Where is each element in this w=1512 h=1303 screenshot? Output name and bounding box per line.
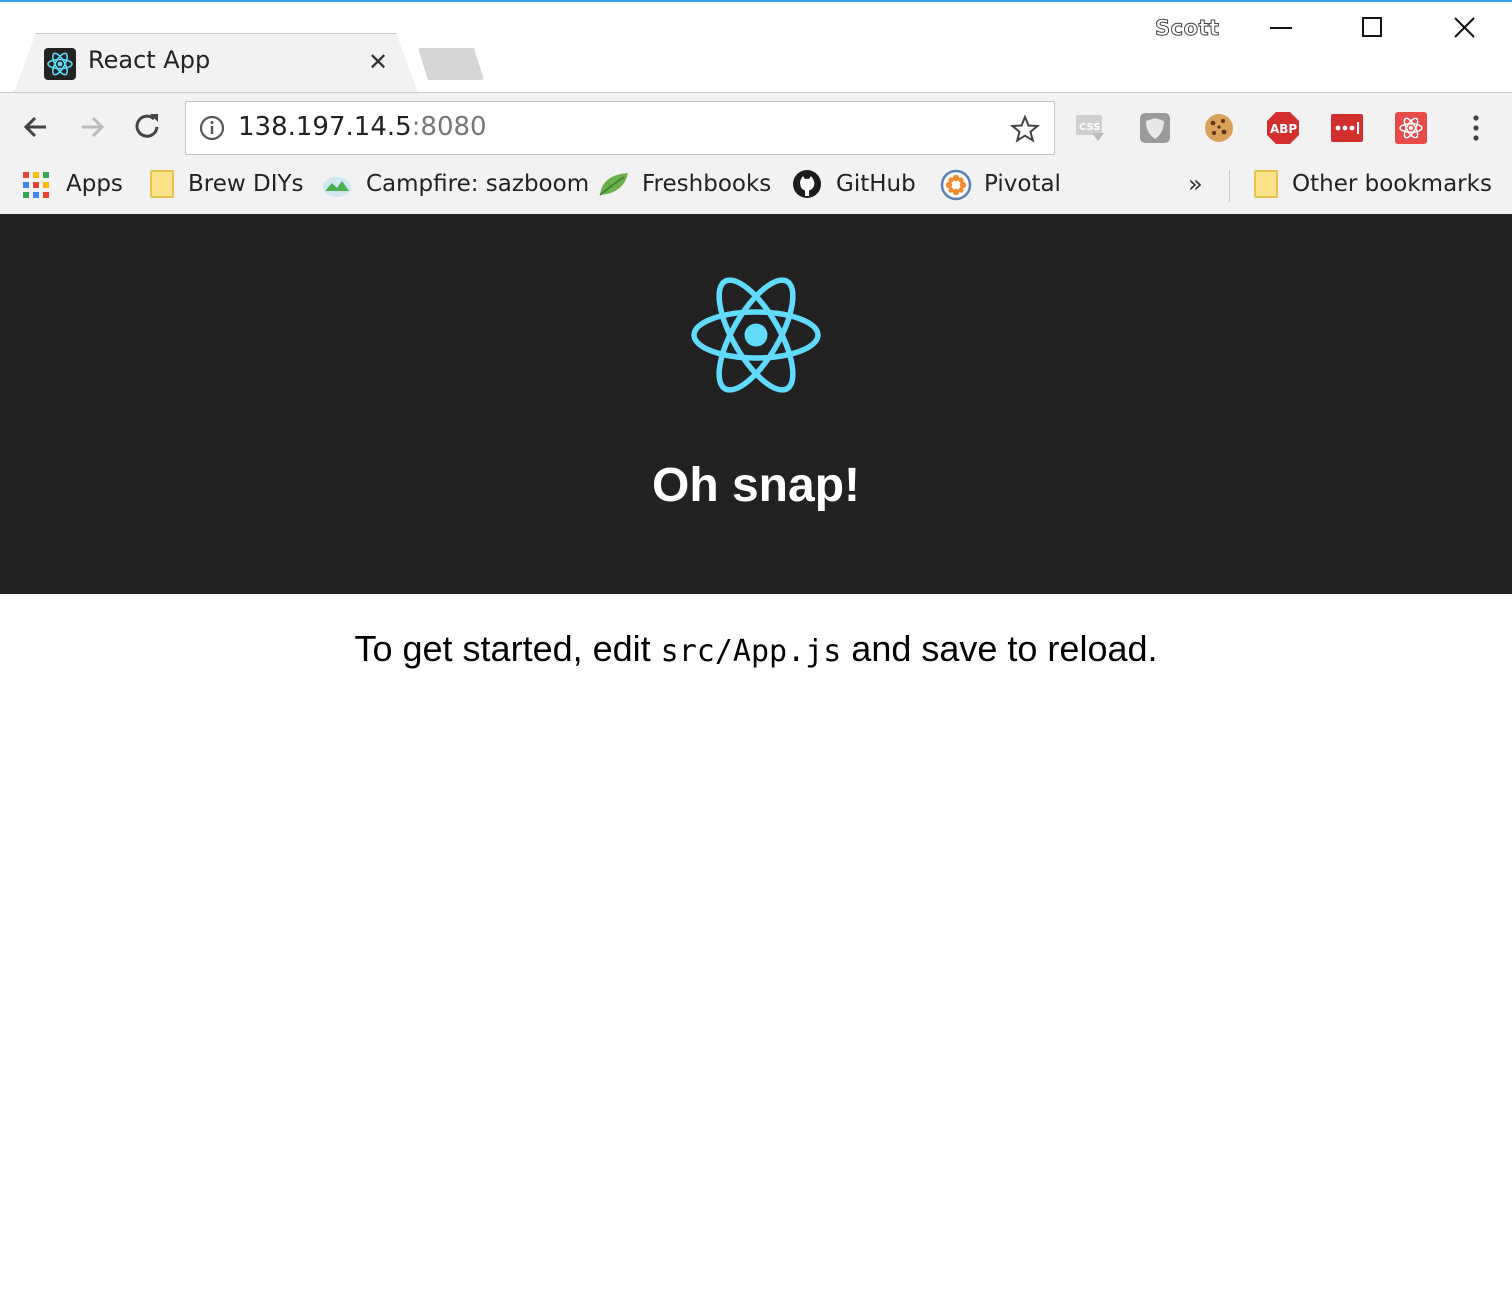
folder-icon xyxy=(150,170,174,198)
close-window-icon[interactable] xyxy=(1434,10,1494,50)
bookmark-campfire[interactable]: Campfire: sazboom xyxy=(322,162,589,206)
minimize-icon[interactable] xyxy=(1252,10,1312,50)
intro-code: src/App.js xyxy=(660,634,842,669)
leaf-icon xyxy=(598,169,628,199)
url-port: :8080 xyxy=(411,112,487,142)
page-title: Oh snap! xyxy=(651,459,860,512)
cookie-icon[interactable] xyxy=(1202,111,1236,145)
forward-arrow-icon[interactable] xyxy=(72,107,112,147)
bookmark-github[interactable]: GitHub xyxy=(792,162,916,206)
apps-grid-icon xyxy=(22,169,52,199)
tab-close-icon[interactable]: ✕ xyxy=(366,50,390,74)
bookmark-label: Freshbooks xyxy=(642,171,772,197)
bookmark-pivotal[interactable]: Pivotal xyxy=(940,162,1061,206)
intro-text-after: and save to reload. xyxy=(841,628,1158,669)
lastpass-icon[interactable] xyxy=(1330,111,1364,145)
css-viewer-icon[interactable]: CSS xyxy=(1074,111,1108,145)
intro-text-before: To get started, edit xyxy=(354,628,661,669)
new-tab-button[interactable] xyxy=(418,48,484,80)
profile-name[interactable]: Scott xyxy=(1155,16,1220,41)
bookmark-label: Apps xyxy=(66,171,123,197)
svg-text:ABP: ABP xyxy=(1270,122,1297,136)
bookmark-label: GitHub xyxy=(836,171,916,197)
bookmark-freshbooks[interactable]: Freshbooks xyxy=(598,162,771,206)
other-bookmarks-label: Other bookmarks xyxy=(1292,171,1492,197)
shield-extension-icon[interactable] xyxy=(1138,111,1172,145)
adblock-plus-icon[interactable]: ABP xyxy=(1266,111,1300,145)
bookmark-label: Pivotal xyxy=(984,171,1061,197)
folder-icon xyxy=(1254,170,1278,198)
address-bar[interactable]: 138.197.14.5:8080 xyxy=(185,101,1055,155)
bookmark-apps[interactable]: Apps xyxy=(22,162,123,206)
other-bookmarks[interactable]: Other bookmarks xyxy=(1254,162,1492,206)
tab-title: React App xyxy=(88,46,211,74)
bookmark-label: Campfire: sazboom xyxy=(366,171,590,197)
github-icon xyxy=(792,169,822,199)
bookmarks-overflow-button[interactable]: » xyxy=(1188,170,1203,198)
maximize-icon[interactable] xyxy=(1342,10,1402,50)
intro-text: To get started, edit src/App.js and save… xyxy=(0,628,1512,670)
bookmark-label: Brew DIYs xyxy=(188,171,304,197)
back-arrow-icon[interactable] xyxy=(16,107,56,147)
campfire-icon xyxy=(322,169,352,199)
react-logo-icon xyxy=(689,268,823,402)
browser-menu-icon[interactable] xyxy=(1462,113,1490,143)
react-favicon-icon xyxy=(44,48,76,80)
bookmark-brew-diys[interactable]: Brew DIYs xyxy=(150,162,304,206)
url-text[interactable]: 138.197.14.5:8080 xyxy=(238,112,487,142)
info-icon[interactable] xyxy=(198,114,226,142)
reload-icon[interactable] xyxy=(128,107,168,147)
url-host: 138.197.14.5 xyxy=(238,112,412,142)
react-devtools-icon[interactable] xyxy=(1394,111,1428,145)
svg-text:CSS: CSS xyxy=(1079,122,1100,133)
bookmarks-bar: Apps Brew DIYs Campfire: sazboom Freshbo… xyxy=(0,162,1512,215)
bookmark-star-icon[interactable] xyxy=(1009,114,1041,144)
browser-toolbar: 138.197.14.5:8080 CSS ABP xyxy=(0,92,1512,163)
bookmarks-divider xyxy=(1229,170,1230,202)
pivotal-icon xyxy=(940,169,972,201)
